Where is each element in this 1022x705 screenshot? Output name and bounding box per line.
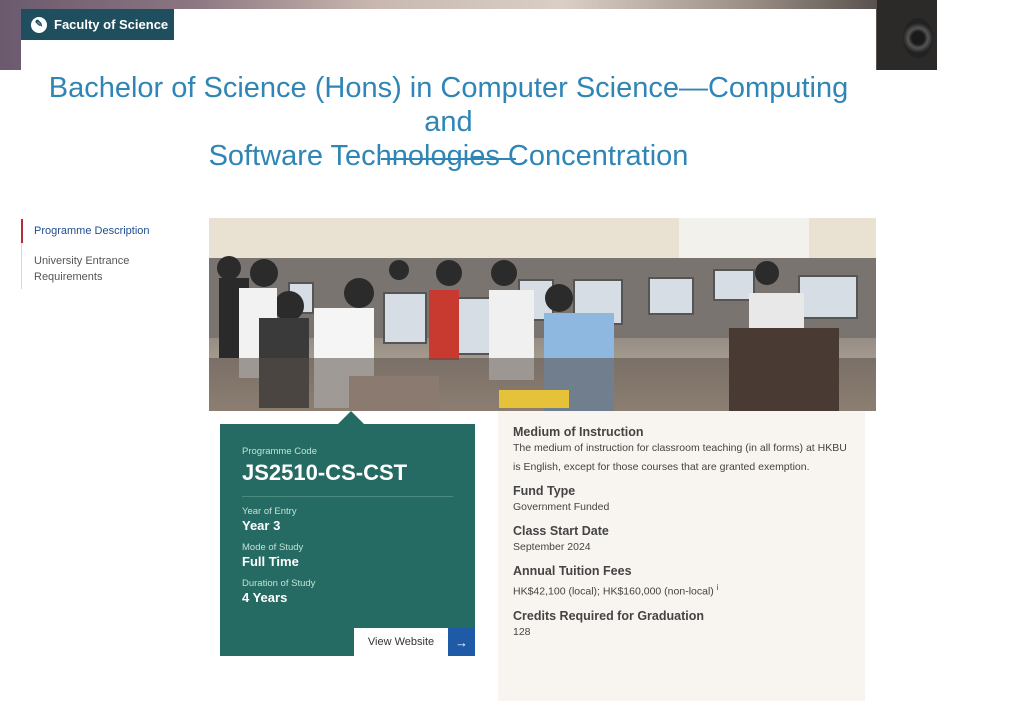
start-heading: Class Start Date [513, 524, 609, 538]
programme-code-card: Programme Code JS2510-CS-CST Year of Ent… [220, 424, 475, 656]
programme-info-panel: Medium of Instruction The medium of inst… [498, 411, 865, 701]
credits-heading: Credits Required for Graduation [513, 608, 704, 623]
side-navigation: Programme Description University Entranc… [21, 219, 181, 289]
duration-of-study-value: 4 Years [242, 590, 288, 605]
medium-heading: Medium of Instruction [513, 425, 644, 439]
start-text: September 2024 [513, 541, 591, 553]
fund-text: Government Funded [513, 501, 610, 513]
annual-tuition-fees: Annual Tuition Fees HK$42,100 (local); H… [513, 564, 850, 602]
class-start-date: Class Start Date September 2024 [513, 524, 850, 557]
arrow-right-icon[interactable]: → [448, 628, 475, 656]
fund-heading: Fund Type [513, 484, 576, 498]
faculty-label: Faculty of Science [54, 17, 169, 32]
fees-line: HK$42,100 (local); HK$160,000 (non-local… [513, 578, 850, 602]
title-divider [381, 158, 516, 160]
side-nav-item-entrance-requirements[interactable]: University Entrance Requirements [22, 249, 181, 289]
side-nav-item-programme-description[interactable]: Programme Description [21, 219, 181, 243]
fees-heading: Annual Tuition Fees [513, 564, 632, 578]
medium-of-instruction: Medium of Instruction The medium of inst… [513, 425, 850, 477]
year-of-entry-label: Year of Entry [242, 506, 297, 517]
mode-of-study-label: Mode of Study [242, 542, 304, 553]
page-title-line-2: Software Technologies Concentration [208, 140, 689, 172]
page-title-line-1: Bachelor of Science (Hons) in Computer S… [48, 72, 849, 138]
fund-type: Fund Type Government Funded [513, 484, 850, 517]
hero-image-computer-lab [209, 218, 876, 411]
mode-of-study-value: Full Time [242, 554, 299, 569]
medium-text: The medium of instruction for classroom … [513, 442, 847, 473]
view-website-button[interactable]: View Website [354, 628, 448, 656]
credits-required: Credits Required for Graduation 128 [513, 609, 850, 642]
fees-text: HK$42,100 (local); HK$160,000 (non-local… [513, 585, 714, 598]
code-card-notch [338, 411, 364, 424]
credits-text: 128 [513, 625, 531, 638]
leaf-icon: ✎ [31, 16, 47, 33]
duration-of-study-label: Duration of Study [242, 578, 316, 589]
banner-speaker-image [877, 0, 937, 70]
programme-code: JS2510-CS-CST [242, 460, 453, 497]
programme-code-label: Programme Code [242, 446, 317, 457]
year-of-entry-value: Year 3 [242, 518, 281, 533]
fees-info-icon[interactable]: i [717, 583, 719, 592]
faculty-tag[interactable]: ✎ Faculty of Science [21, 9, 174, 40]
